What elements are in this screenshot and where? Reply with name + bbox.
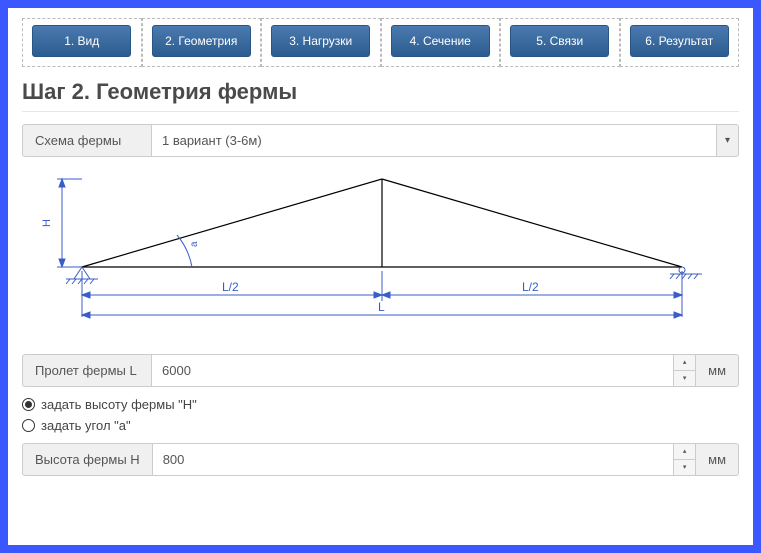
support-roller-icon	[670, 267, 702, 279]
angle-label: a	[189, 241, 200, 247]
scheme-label: Схема фермы	[22, 124, 152, 157]
tab-view[interactable]: 1. Вид	[32, 25, 131, 57]
tab-result[interactable]: 6. Результат	[630, 25, 729, 57]
span-spinner[interactable]: ▴▾	[674, 354, 696, 387]
tab-section[interactable]: 4. Сечение	[391, 25, 490, 57]
height-spinner[interactable]: ▴▾	[674, 443, 696, 476]
span-input[interactable]: 6000	[152, 354, 674, 387]
chevron-down-icon[interactable]: ▾	[717, 124, 739, 157]
radio-by-angle-label: задать угол "a"	[41, 418, 131, 433]
span-label-diagram: L	[378, 300, 385, 314]
scheme-row: Схема фермы 1 вариант (3-6м) ▾	[22, 124, 739, 157]
half-span-left: L/2	[222, 280, 239, 294]
radio-by-height[interactable]: задать высоту фермы "H"	[22, 397, 739, 412]
radio-icon	[22, 398, 35, 411]
scheme-select[interactable]: 1 вариант (3-6м)	[152, 124, 717, 157]
radio-icon	[22, 419, 35, 432]
height-input[interactable]: 800	[153, 443, 674, 476]
tab-loads[interactable]: 3. Нагрузки	[271, 25, 370, 57]
height-label: H	[41, 219, 53, 227]
chevron-down-icon[interactable]: ▾	[674, 371, 695, 386]
height-row: Высота фермы H 800 ▴▾ мм	[22, 443, 739, 476]
span-label: Пролет фермы L	[22, 354, 152, 387]
truss-diagram: a H	[22, 167, 739, 340]
tab-geometry[interactable]: 2. Геометрия	[152, 25, 251, 57]
page-title: Шаг 2. Геометрия фермы	[22, 79, 739, 112]
chevron-up-icon[interactable]: ▴	[674, 355, 695, 371]
chevron-down-icon[interactable]: ▾	[674, 460, 695, 475]
radio-by-angle[interactable]: задать угол "a"	[22, 418, 739, 433]
chevron-up-icon[interactable]: ▴	[674, 444, 695, 460]
radio-by-height-label: задать высоту фермы "H"	[41, 397, 197, 412]
height-unit: мм	[696, 443, 739, 476]
tab-bracing[interactable]: 5. Связи	[510, 25, 609, 57]
half-span-right: L/2	[522, 280, 539, 294]
span-row: Пролет фермы L 6000 ▴▾ мм	[22, 354, 739, 387]
step-tabs: 1. Вид 2. Геометрия 3. Нагрузки 4. Сечен…	[22, 18, 739, 67]
span-unit: мм	[696, 354, 739, 387]
height-label: Высота фермы H	[22, 443, 153, 476]
